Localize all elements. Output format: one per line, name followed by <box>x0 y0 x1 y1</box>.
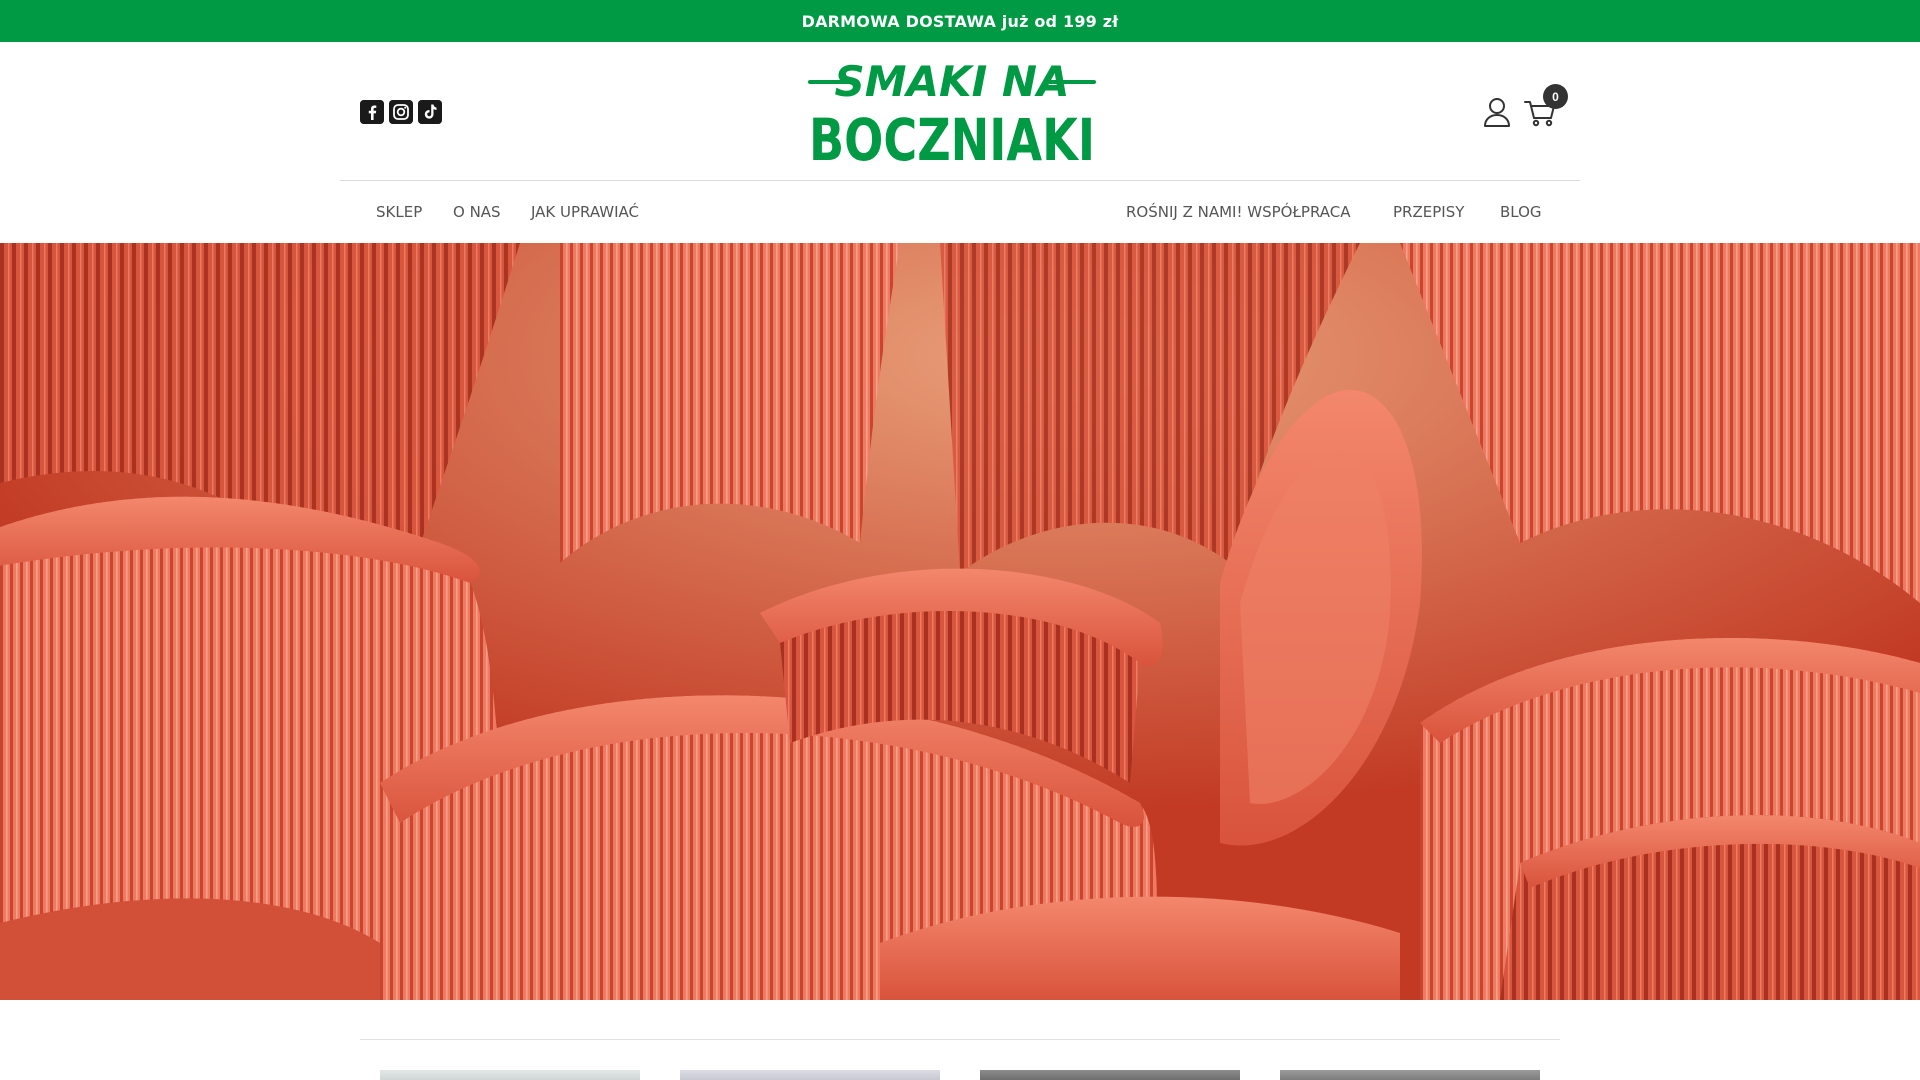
nav-item-blog[interactable]: BLOG <box>1500 181 1542 243</box>
main-navigation: SKLEP O NAS JAK UPRAWIAĆ ROŚNIJ Z NAMI! … <box>340 181 1580 243</box>
facebook-icon[interactable] <box>360 100 384 124</box>
tiktok-icon[interactable] <box>418 100 442 124</box>
account-icon[interactable] <box>1482 96 1512 128</box>
content-divider <box>360 1039 1560 1040</box>
product-thumbnail[interactable] <box>980 1070 1240 1080</box>
promo-bar: DARMOWA DOSTAWA już od 199 zł <box>0 0 1920 42</box>
site-header: SMAKI NA BOCZNIAKI 0 <box>0 42 1920 180</box>
nav-item-jak-uprawiac[interactable]: JAK UPRAWIAĆ <box>531 181 639 243</box>
logo-line-1: SMAKI NA <box>835 57 1070 106</box>
nav-item-sklep[interactable]: SKLEP <box>376 181 422 243</box>
site-logo[interactable]: SMAKI NA BOCZNIAKI <box>806 56 1098 166</box>
instagram-icon[interactable] <box>389 100 413 124</box>
hero-image <box>0 243 1920 1000</box>
product-thumbnail[interactable] <box>380 1070 640 1080</box>
logo-line-2: BOCZNIAKI <box>809 106 1095 166</box>
nav-item-o-nas[interactable]: O NAS <box>453 181 501 243</box>
nav-item-przepisy[interactable]: PRZEPISY <box>1393 181 1464 243</box>
social-links <box>360 100 442 124</box>
nav-item-wspolpraca[interactable]: ROŚNIJ Z NAMI! WSPÓŁPRACA <box>1126 181 1351 243</box>
cart-count-badge: 0 <box>1543 84 1568 109</box>
product-thumbnail[interactable] <box>1280 1070 1540 1080</box>
product-thumbnail[interactable] <box>680 1070 940 1080</box>
promo-text: DARMOWA DOSTAWA już od 199 zł <box>801 11 1119 31</box>
